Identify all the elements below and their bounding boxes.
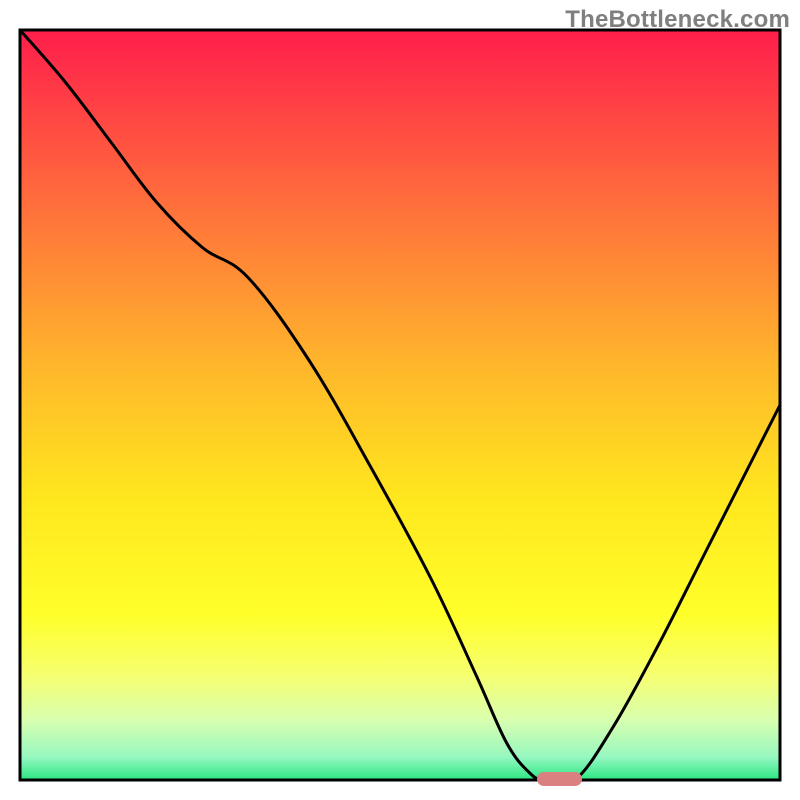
gradient-background: [20, 30, 780, 781]
chart-svg: [0, 0, 800, 800]
bottleneck-chart: TheBottleneck.com: [0, 0, 800, 800]
